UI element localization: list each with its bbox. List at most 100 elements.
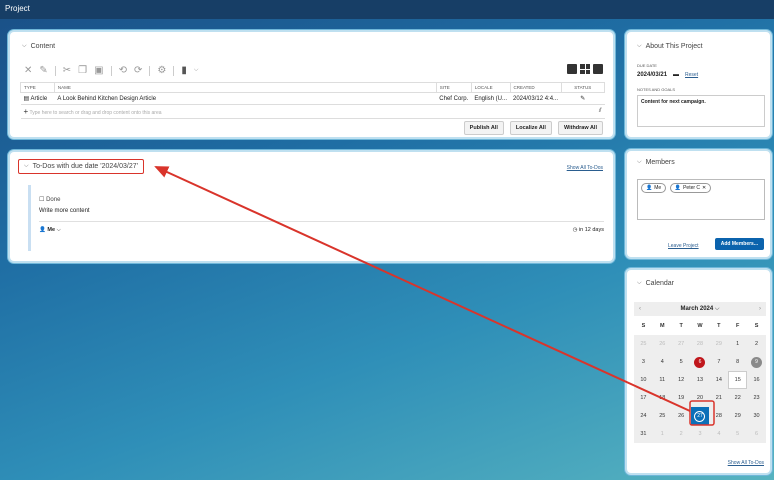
next-month-icon[interactable]: › [759, 306, 761, 312]
calendar-show-all-link[interactable]: Show All To-Dos [728, 460, 764, 466]
about-panel: ⌵ About This Project DUE DATE 2024/03/21… [625, 30, 772, 139]
calendar-day[interactable]: 26 [653, 335, 672, 353]
month-selector[interactable]: March 2024 ⌵ [681, 306, 720, 313]
list-view-icon[interactable] [567, 64, 577, 74]
close-icon[interactable]: ✕ [24, 65, 32, 76]
column-header-site[interactable]: SITE [435, 82, 472, 93]
members-panel-header[interactable]: ⌵ Members [637, 159, 675, 166]
todo-due-text: in 12 days [578, 227, 604, 233]
calendar-day[interactable]: 9 [747, 353, 766, 371]
calendar-day[interactable]: 15 [728, 371, 748, 389]
table-row[interactable]: ▤ Article A Look Behind Kitchen Design A… [20, 92, 605, 105]
calendar-day[interactable]: 25 [653, 407, 672, 425]
member-chip[interactable]: 👤 Me [641, 183, 667, 193]
withdraw-all-button[interactable]: Withdraw All [557, 121, 603, 135]
calendar-day[interactable]: 16 [747, 371, 766, 389]
due-date-value[interactable]: 2024/03/21 [637, 72, 667, 78]
calendar-day[interactable]: 13 [691, 371, 710, 389]
publish-all-button[interactable]: Publish All [463, 121, 504, 135]
calendar-day[interactable]: 3 [634, 353, 653, 371]
localize-all-button[interactable]: Localize All [509, 121, 552, 135]
grid-view-icon[interactable] [580, 64, 590, 74]
calendar-day[interactable]: 8 [728, 353, 747, 371]
calendar-day[interactable]: 4 [709, 425, 728, 443]
cut-icon[interactable]: ✂ [63, 65, 71, 76]
assignee-selector[interactable]: 👤 Me ⌵ [39, 227, 61, 234]
view-switcher [567, 64, 603, 74]
calendar-day[interactable]: 11 [653, 371, 672, 389]
calendar-day[interactable]: 5 [672, 353, 691, 371]
todos-panel-header[interactable]: ⌵ To-Dos with due date '2024/03/27' [18, 159, 144, 174]
calendar-day[interactable]: 22 [728, 389, 747, 407]
calendar-day[interactable]: 17 [634, 389, 653, 407]
member-chip[interactable]: 👤 Peter C ✕ [669, 183, 712, 193]
calendar-day[interactable]: 29 [728, 407, 747, 425]
copy-icon[interactable]: ❐ [78, 65, 87, 76]
about-panel-header[interactable]: ⌵ About This Project [637, 43, 703, 50]
prev-month-icon[interactable]: ‹ [639, 306, 641, 312]
weekday-header: S [634, 317, 653, 335]
sync-icon[interactable]: ⟲ [119, 65, 127, 76]
calendar-day[interactable]: 3 [691, 425, 710, 443]
done-checkbox[interactable]: ☐ [39, 197, 44, 203]
column-header-type[interactable]: TYPE [20, 82, 55, 93]
calendar-day[interactable]: 5 [728, 425, 747, 443]
calendar-day[interactable]: 14 [709, 371, 728, 389]
calendar-day[interactable]: 31 [634, 425, 653, 443]
calendar-day[interactable]: 10 [634, 371, 653, 389]
calendar-icon[interactable]: ▬ [673, 72, 679, 78]
calendar-day[interactable]: 1 [728, 335, 747, 353]
column-header-locale[interactable]: LOCALE [470, 82, 511, 93]
calendar-day[interactable]: 12 [672, 371, 691, 389]
calendar-day[interactable]: 6 [691, 353, 710, 371]
calendar-day[interactable]: 28 [691, 335, 710, 353]
edit-icon[interactable]: ✎ [39, 65, 47, 76]
calendar-day[interactable]: 18 [653, 389, 672, 407]
calendar-day[interactable]: 1 [653, 425, 672, 443]
toolbar-separator [149, 65, 151, 76]
calendar-day[interactable]: 2 [747, 335, 766, 353]
remove-icon[interactable]: ✕ [702, 185, 706, 191]
column-header-created[interactable]: CREATED [509, 82, 562, 93]
calendar-day[interactable]: 7 [709, 353, 728, 371]
plus-icon[interactable]: + [24, 107, 29, 116]
search-library-icon[interactable]: ⫽ [599, 108, 602, 114]
thumbnail-view-icon[interactable] [593, 64, 603, 74]
calendar-day[interactable]: 6 [747, 425, 766, 443]
calendar-day[interactable]: 20 [691, 389, 710, 407]
todo-text[interactable]: Write more content [39, 208, 604, 214]
calendar-day[interactable]: 24 [634, 407, 653, 425]
calendar-panel-header[interactable]: ⌵ Calendar [637, 280, 674, 287]
members-field[interactable]: 👤 Me 👤 Peter C ✕ [637, 179, 765, 220]
calendar-day[interactable]: 21 [709, 389, 728, 407]
add-content-row[interactable]: + Type here to search or drag and drop c… [20, 104, 605, 119]
leave-project-link[interactable]: Leave Project [668, 243, 699, 249]
workflow-icon[interactable]: ⚙ [157, 65, 166, 76]
calendar-day[interactable]: 29 [709, 335, 728, 353]
column-header-status[interactable]: STATUS [560, 82, 606, 93]
calendar-day[interactable]: 26 [672, 407, 691, 425]
bookmark-icon[interactable]: ▮ [181, 65, 187, 76]
sync-alt-icon[interactable]: ⟳ [134, 65, 142, 76]
calendar-day[interactable]: 2 [672, 425, 691, 443]
content-panel-header[interactable]: ⌵ Content [22, 43, 55, 50]
paste-icon[interactable]: ▣ [94, 65, 103, 76]
calendar-day[interactable]: 19 [672, 389, 691, 407]
calendar-day[interactable]: 27 [690, 407, 710, 425]
calendar-day[interactable]: 27 [672, 335, 691, 353]
calendar-day[interactable]: 30 [747, 407, 766, 425]
reset-link[interactable]: Reset [685, 72, 698, 78]
chevron-down-icon[interactable]: ⌵ [194, 67, 199, 74]
calendar-day[interactable]: 25 [634, 335, 653, 353]
calendar-day[interactable]: 23 [747, 389, 766, 407]
show-all-todos-link[interactable]: Show All To-Dos [567, 165, 603, 171]
notes-field[interactable]: Content for next campaign. [637, 95, 765, 127]
calendar-day[interactable]: 4 [653, 353, 672, 371]
todo-due: ◷ in 12 days [573, 227, 604, 234]
calendar-day[interactable]: 28 [709, 407, 728, 425]
column-header-name[interactable]: NAME [53, 82, 437, 93]
add-content-placeholder[interactable]: Type here to search or drag and drop con… [29, 110, 161, 116]
row-created: 2024/03/12 4:4... [510, 92, 562, 105]
add-members-button[interactable]: Add Members... [714, 238, 764, 250]
todo-item: ☐ Done Write more content 👤 Me ⌵ ◷ in 12… [28, 185, 612, 251]
